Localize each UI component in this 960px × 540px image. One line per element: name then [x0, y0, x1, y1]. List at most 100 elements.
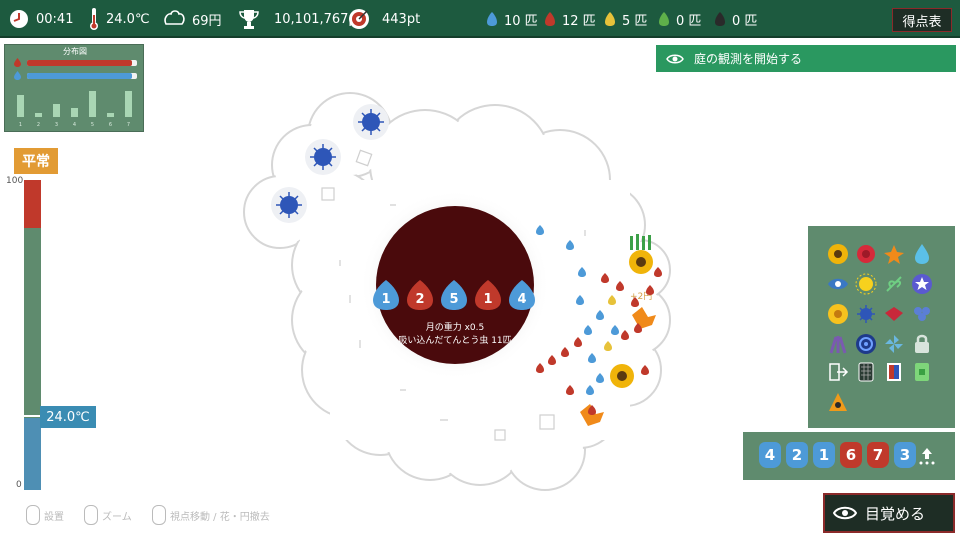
- tool-palette: [808, 226, 955, 428]
- histogram-bar: [71, 108, 78, 117]
- pinwheel-tool[interactable]: [882, 332, 906, 356]
- flag-tool[interactable]: [882, 360, 906, 384]
- gauge-temperature-tag: 24.0℃: [40, 406, 96, 428]
- bug-count-yellow-value: 5 匹: [622, 13, 648, 29]
- herb-tool[interactable]: [882, 272, 906, 296]
- red-bird-tool[interactable]: [882, 302, 906, 326]
- bug-count-blue-value: 10 匹: [504, 13, 538, 29]
- hint-zoom: ズーム: [84, 505, 132, 525]
- ladybug-queue: 421673: [743, 432, 955, 480]
- locked-tool[interactable]: [910, 332, 934, 356]
- observe-garden-button[interactable]: 庭の観測を開始する: [656, 45, 956, 72]
- cone-icon: [829, 393, 847, 411]
- net-tool[interactable]: [854, 360, 878, 384]
- blue-urchin-icon: [857, 305, 875, 323]
- sunflower-tool[interactable]: [826, 242, 850, 266]
- queue-ladybug: 4: [759, 442, 781, 468]
- histogram-bar: [107, 112, 114, 117]
- watch-tool[interactable]: [826, 272, 850, 296]
- time-stat: 00:41: [8, 0, 73, 38]
- queue-upload-icon[interactable]: [917, 446, 937, 466]
- water-drop-icon: [915, 244, 929, 264]
- histogram-bar: [89, 91, 96, 117]
- queue-ladybug: 7: [867, 442, 889, 468]
- sun-icon: [855, 273, 877, 295]
- moon-gravity-text: 月の重力 x0.5: [426, 321, 485, 333]
- histogram-bar: [17, 95, 24, 117]
- target-score-value: 443pt: [382, 11, 421, 27]
- battery-tool[interactable]: [910, 360, 934, 384]
- trophy-icon: [239, 10, 259, 29]
- moon-ladybug-number: 1: [483, 292, 492, 307]
- yellow-flower-tool[interactable]: [826, 302, 850, 326]
- eye-icon: [828, 278, 848, 290]
- histogram-label: 6: [108, 122, 113, 128]
- hint-place: 設置: [26, 505, 64, 525]
- hint-pan-label: 視点移動 / 花・円撤去: [170, 511, 270, 523]
- swirl-tool[interactable]: [854, 332, 878, 356]
- hint-place-label: 設置: [44, 511, 64, 523]
- bluebell-icon: [914, 307, 930, 321]
- lock-icon: [915, 334, 929, 353]
- star-icon: [912, 274, 932, 294]
- histogram-label: 1: [18, 122, 23, 128]
- top-status-bar: 00:41 24.0℃ 69円 10,101,767pt 443pt 10 匹 …: [0, 0, 960, 38]
- histogram-label: 3: [54, 122, 59, 128]
- time-value: 00:41: [36, 11, 74, 27]
- bluebell-tool[interactable]: [910, 302, 934, 326]
- histogram-label: 5: [90, 122, 95, 128]
- pinwheel-icon: [885, 335, 903, 353]
- rose-tool[interactable]: [854, 242, 878, 266]
- sunflower-icon: [828, 244, 848, 264]
- sun-tool[interactable]: [854, 272, 878, 296]
- orange-flower-tool[interactable]: [882, 242, 906, 266]
- temperature-value: 24.0℃: [106, 11, 150, 27]
- mouse-right-icon: [152, 505, 166, 525]
- gauge-hot-zone: [24, 180, 41, 228]
- distribution-title: 分布図: [63, 47, 87, 56]
- histogram-bar: [125, 91, 132, 117]
- moon-ladybug-number: 1: [381, 292, 390, 307]
- red-drop-icon: [14, 58, 21, 67]
- money-stat: 69円: [162, 0, 222, 38]
- score-table-button[interactable]: 得点表: [892, 8, 952, 32]
- distribution-panel: 分布図 1 2 3 4 5 6 7: [4, 44, 144, 132]
- green-ladybug-icon: [659, 12, 669, 26]
- moon-ladybug-number: 4: [517, 292, 526, 307]
- distribution-red-fill: [27, 60, 132, 66]
- histogram-bar: [53, 104, 60, 117]
- gauge-cold-zone: [24, 418, 41, 490]
- wake-up-button[interactable]: 目覚める: [823, 493, 955, 533]
- black-ladybug-icon: [715, 12, 725, 26]
- moon-absorbed-text: 吸い込んだてんとう虫 11匹: [398, 334, 511, 346]
- distribution-blue-fill: [27, 73, 132, 79]
- exit-tool[interactable]: [826, 360, 850, 384]
- water-drop-tool[interactable]: [910, 242, 934, 266]
- red-bird-icon: [885, 307, 903, 321]
- bug-count-black: 0 匹: [714, 0, 757, 38]
- target-stat: 443pt: [348, 0, 420, 38]
- blue-urchin-tool[interactable]: [854, 302, 878, 326]
- red-ladybug-icon: [545, 12, 555, 26]
- star-tool[interactable]: [910, 272, 934, 296]
- bug-count-blue: 10 匹: [486, 0, 538, 38]
- mood-badge: 平常: [14, 148, 58, 174]
- mouse-wheel-icon: [84, 505, 98, 525]
- blue-ladybug-icon: [487, 12, 497, 26]
- garden-field[interactable]: 12514 月の重力 x0.5 吸い込んだてんとう虫 11匹 +2円: [240, 90, 690, 500]
- rose-icon: [857, 245, 875, 263]
- lavender-tool[interactable]: [826, 332, 850, 356]
- histogram-label: 4: [72, 122, 77, 128]
- swirl-icon: [856, 334, 876, 354]
- yellow-flower-icon: [828, 304, 848, 324]
- moon-ladybug-number: 2: [415, 292, 424, 307]
- gauge-min-label: 0: [16, 480, 22, 490]
- queue-ladybug: 2: [786, 442, 808, 468]
- flag-icon: [887, 363, 901, 381]
- money-bag-icon: [164, 10, 185, 25]
- temperature-gauge: [24, 180, 41, 490]
- herb-icon: [886, 276, 902, 292]
- exit-icon: [829, 363, 849, 381]
- cone-tool[interactable]: [826, 390, 850, 414]
- money-value: 69円: [192, 13, 222, 29]
